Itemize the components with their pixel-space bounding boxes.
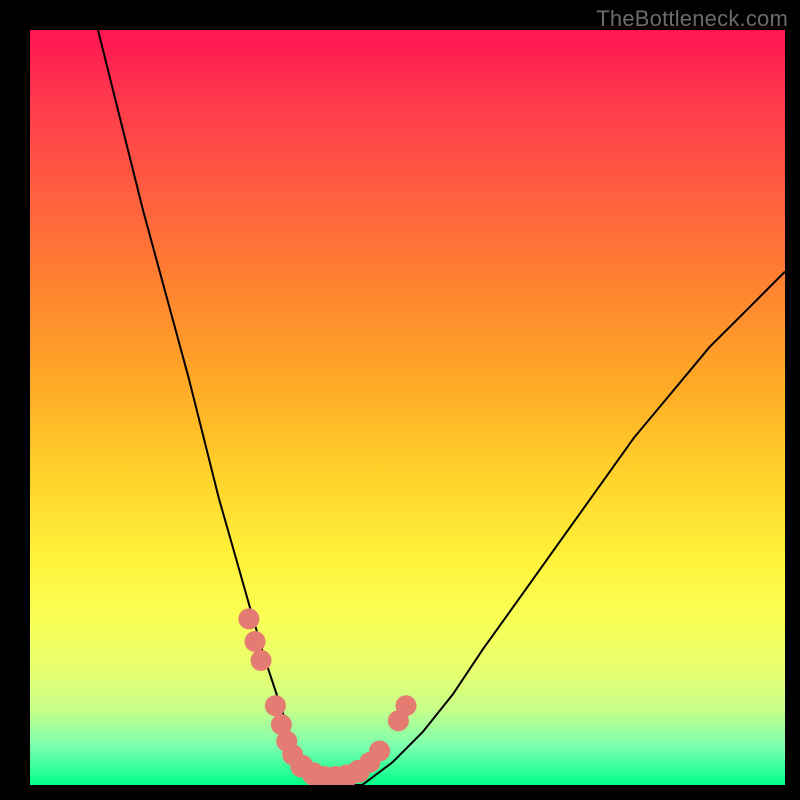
curve-group (98, 30, 785, 785)
data-point (251, 650, 271, 670)
data-point (239, 609, 259, 629)
data-point (245, 632, 265, 652)
bottleneck-curve (98, 30, 785, 785)
watermark-text: TheBottleneck.com (596, 6, 788, 32)
data-point (370, 741, 390, 761)
chart-svg (30, 30, 785, 785)
data-point (396, 696, 416, 716)
data-point (265, 696, 285, 716)
chart-frame: TheBottleneck.com (0, 0, 800, 800)
plot-area (30, 30, 785, 785)
marker-group (239, 609, 416, 785)
